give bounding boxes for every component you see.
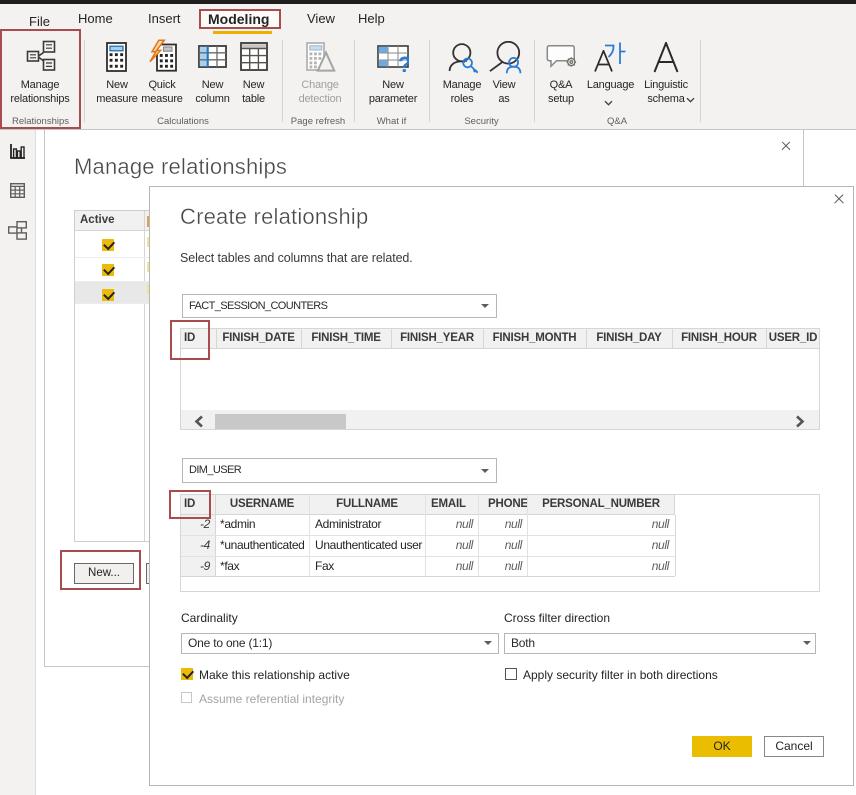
svg-text:?: ?: [398, 52, 409, 73]
